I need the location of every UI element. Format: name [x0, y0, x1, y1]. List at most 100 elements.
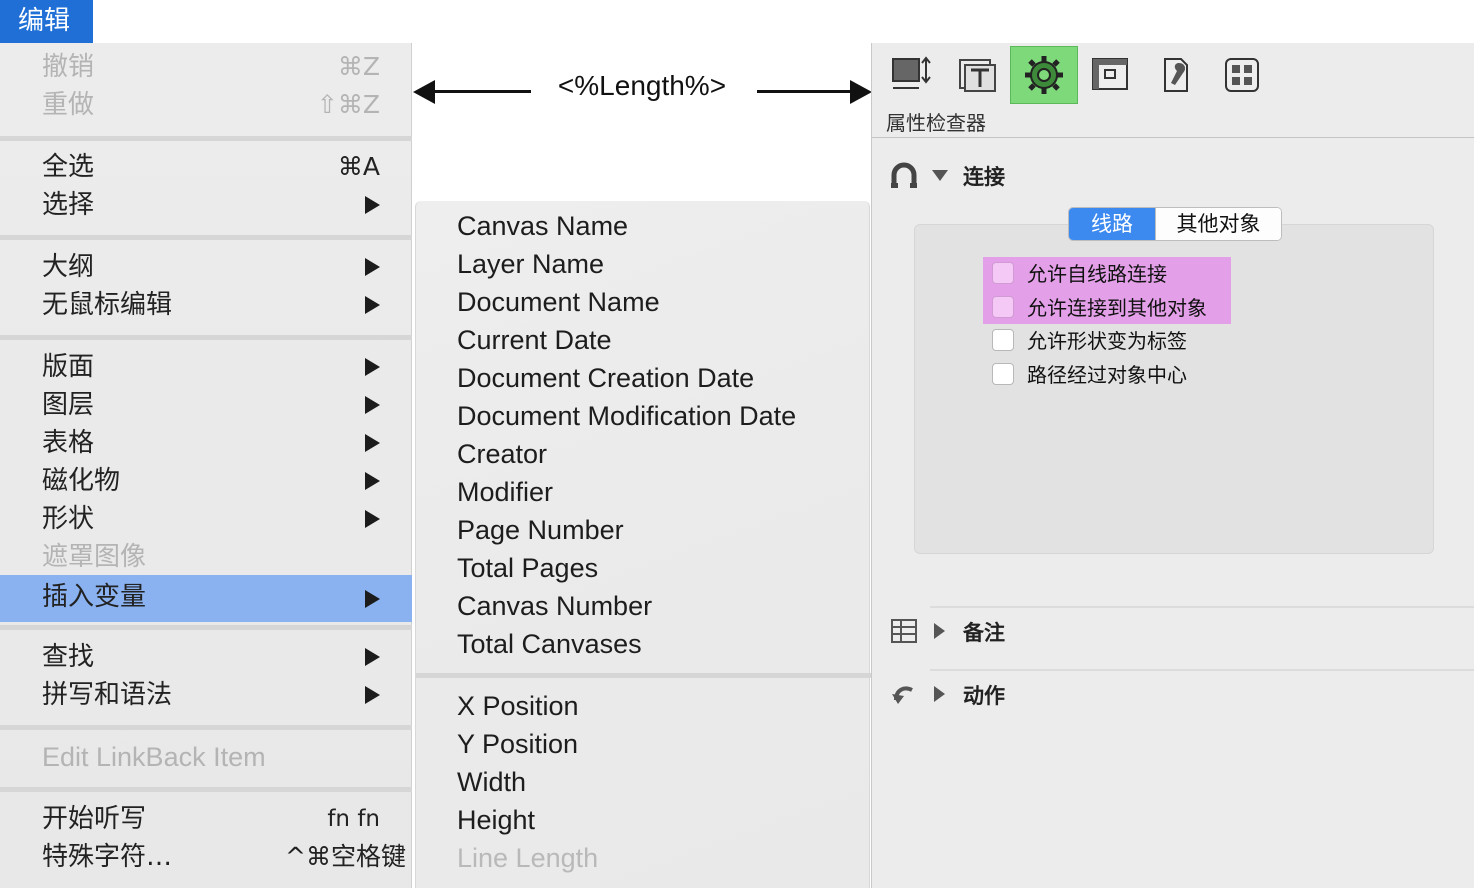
menu-item-outline[interactable]: 大纲 — [0, 248, 412, 286]
edit-menu: 撤销 ⌘Z 重做 ⇧⌘Z 全选 ⌘A 选择 大纲 无鼠标编辑 版面 图层 表格 … — [0, 43, 412, 888]
menu-item-redo: 重做 ⇧⌘Z — [0, 86, 412, 124]
submenu-arrow-icon — [365, 648, 380, 666]
submenu-arrow-icon — [365, 396, 380, 414]
menu-separator — [0, 235, 412, 240]
document-tool-button[interactable] — [1144, 47, 1210, 103]
magnet-icon — [891, 162, 917, 188]
menu-item-layout[interactable]: 版面 — [0, 348, 412, 386]
disclosure-right-icon[interactable] — [934, 623, 945, 639]
properties-tool-button[interactable] — [1010, 46, 1078, 104]
arrow-line — [433, 90, 531, 93]
grid-icon — [1225, 58, 1259, 92]
variable-canvas-name[interactable]: Canvas Name — [457, 207, 628, 245]
menu-item-label: 磁化物 — [42, 466, 121, 496]
menu-item-select[interactable]: 选择 — [0, 186, 412, 224]
menu-item-label: 图层 — [42, 390, 95, 420]
tab-other-objects[interactable]: 其他对象 — [1155, 208, 1281, 240]
checkbox[interactable] — [992, 363, 1014, 385]
menu-item-label: 选择 — [42, 190, 95, 220]
shortcut-label: ⌘A — [337, 152, 380, 181]
variable-page-number[interactable]: Page Number — [457, 511, 624, 549]
variable-total-pages[interactable]: Total Pages — [457, 549, 598, 587]
variable-modifier[interactable]: Modifier — [457, 473, 553, 511]
inspector-toolbar: 属性检查器 — [872, 43, 1474, 138]
submenu-arrow-icon — [365, 358, 380, 376]
variable-line-length: Line Length — [457, 843, 599, 873]
properties-inspector: 属性检查器 连接 线路 其他对象 允许自线路连接 允许连接到其他对象 允许形状变… — [871, 43, 1474, 888]
menu-separator — [0, 335, 412, 340]
submenu-arrow-icon — [365, 258, 380, 276]
text-tool-button[interactable] — [944, 47, 1010, 103]
arrow-left-icon — [413, 80, 435, 104]
menu-item-start-dictation[interactable]: 开始听写 fn fn — [0, 800, 412, 838]
menu-separator — [416, 673, 871, 678]
menu-item-layers[interactable]: 图层 — [0, 386, 412, 424]
menu-item-mouseless-edit[interactable]: 无鼠标编辑 — [0, 286, 412, 324]
menu-item-label: 遮罩图像 — [42, 542, 147, 572]
menu-item-spelling[interactable]: 拼写和语法 — [0, 676, 412, 714]
variable-document-creation-date[interactable]: Document Creation Date — [457, 359, 754, 397]
checkbox[interactable] — [992, 262, 1014, 284]
section-title: 备注 — [963, 621, 1005, 645]
submenu-arrow-icon — [365, 590, 380, 608]
submenu-arrow-icon — [365, 434, 380, 452]
menu-item-label: 表格 — [42, 428, 95, 458]
variable-width[interactable]: Width — [457, 763, 526, 801]
canvas-tool-button[interactable] — [1078, 47, 1144, 103]
section-divider — [930, 669, 1474, 671]
menu-item-label: 撤销 — [42, 52, 95, 82]
submenu-arrow-icon — [365, 510, 380, 528]
menu-item-table[interactable]: 表格 — [0, 424, 412, 462]
section-title: 动作 — [963, 684, 1005, 708]
variable-document-name[interactable]: Document Name — [457, 283, 660, 321]
menu-item-edit-linkback: Edit LinkBack Item — [0, 738, 412, 776]
menu-item-label: 拼写和语法 — [42, 680, 173, 710]
gear-icon — [1025, 56, 1063, 94]
checkbox-label: 允许连接到其他对象 — [1027, 296, 1207, 320]
menu-item-label: 重做 — [42, 90, 95, 120]
variable-document-modification-date[interactable]: Document Modification Date — [457, 397, 796, 435]
arrow-right-icon — [850, 80, 872, 104]
tab-line[interactable]: 线路 — [1069, 208, 1155, 240]
menu-item-label: 特殊字符… — [42, 842, 173, 872]
checkbox-label: 路径经过对象中心 — [1027, 363, 1187, 387]
checkbox[interactable] — [992, 296, 1014, 318]
document-wrench-icon — [1164, 58, 1188, 92]
table-icon — [891, 619, 917, 643]
menu-item-label: 形状 — [42, 504, 95, 534]
variable-y-position[interactable]: Y Position — [457, 725, 578, 763]
disclosure-down-icon[interactable] — [932, 170, 948, 181]
menu-separator — [0, 625, 412, 630]
menu-separator — [0, 787, 412, 792]
checkbox-label: 允许自线路连接 — [1027, 262, 1167, 286]
variable-layer-name[interactable]: Layer Name — [457, 245, 604, 283]
menu-item-special-characters[interactable]: 特殊字符… ^⌘空格键 — [0, 838, 412, 876]
menu-item-select-all[interactable]: 全选 ⌘A — [0, 148, 412, 186]
checkbox[interactable] — [992, 329, 1014, 351]
text-box-icon — [959, 59, 996, 92]
menu-item-undo: 撤销 ⌘Z — [0, 48, 412, 86]
geometry-tool-button[interactable] — [878, 47, 944, 103]
variable-height[interactable]: Height — [457, 801, 535, 839]
variable-current-date[interactable]: Current Date — [457, 321, 612, 359]
menu-separator — [0, 136, 412, 141]
disclosure-right-icon[interactable] — [934, 686, 945, 702]
variable-canvas-number[interactable]: Canvas Number — [457, 587, 652, 625]
menu-title-edit[interactable]: 编辑 — [0, 0, 93, 43]
submenu-arrow-icon — [365, 196, 380, 214]
menu-item-mask-image: 遮罩图像 — [0, 538, 412, 576]
variable-x-position[interactable]: X Position — [457, 687, 579, 725]
menu-item-insert-variable[interactable]: 插入变量 — [0, 575, 412, 622]
variable-total-canvases[interactable]: Total Canvases — [457, 625, 642, 663]
geometry-icon — [892, 56, 931, 89]
menu-item-label: 无鼠标编辑 — [42, 290, 173, 320]
menu-item-shapes[interactable]: 形状 — [0, 500, 412, 538]
variable-creator[interactable]: Creator — [457, 435, 547, 473]
stencil-tool-button[interactable] — [1210, 47, 1276, 103]
insert-variable-submenu: Canvas Name Layer Name Document Name Cur… — [415, 201, 871, 888]
arrow-line — [757, 90, 852, 93]
menu-item-find[interactable]: 查找 — [0, 638, 412, 676]
shortcut-label: ⌘Z — [337, 52, 380, 81]
menu-item-magnets[interactable]: 磁化物 — [0, 462, 412, 500]
menu-item-label: 开始听写 — [42, 804, 147, 834]
